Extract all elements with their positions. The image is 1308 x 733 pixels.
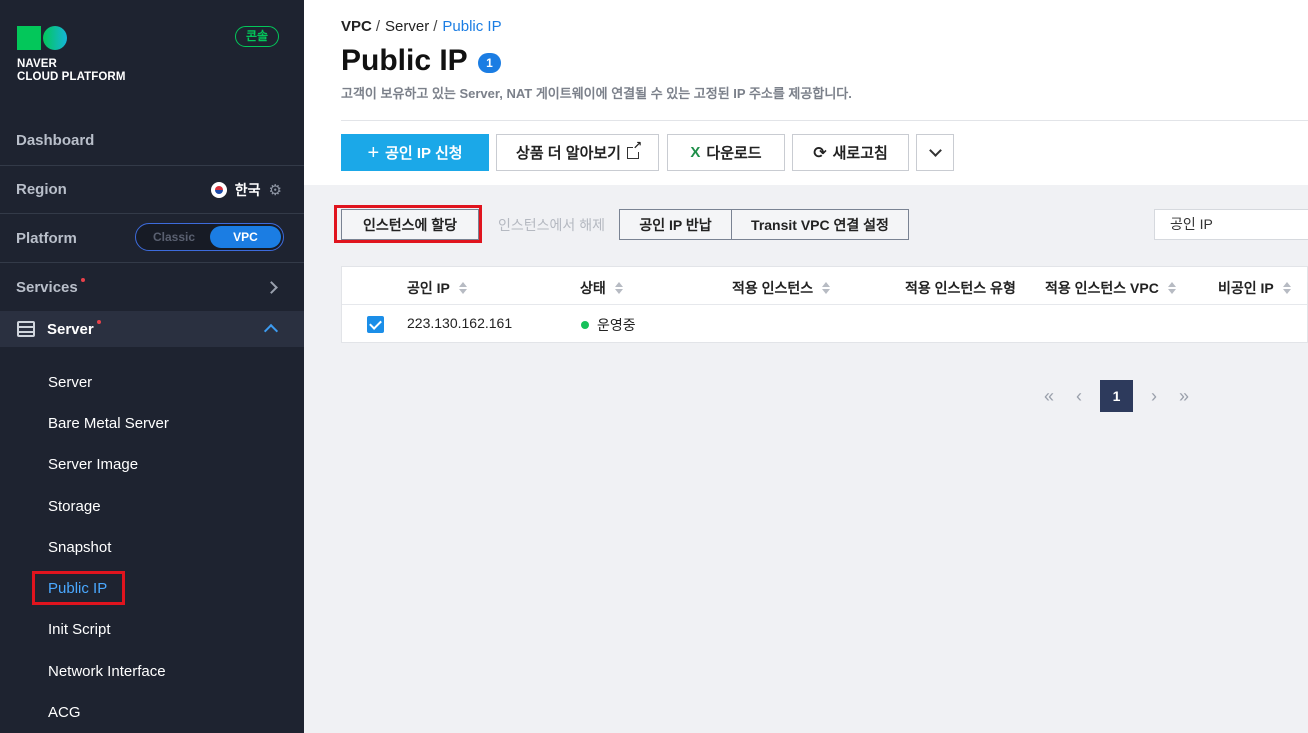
- logo-line2: CLOUD PLATFORM: [17, 71, 126, 83]
- return-public-ip-button[interactable]: 공인 IP 반납: [619, 209, 732, 240]
- logo-line1: NAVER: [17, 58, 57, 70]
- refresh-icon: ⟳: [813, 144, 827, 162]
- platform-label: Platform: [16, 229, 77, 247]
- sidebar-item-region: Region 한국 ⚙: [0, 166, 304, 214]
- dashboard-label: Dashboard: [16, 131, 95, 149]
- status-running-icon: [581, 321, 589, 329]
- new-dot-icon: [96, 320, 101, 324]
- chevron-down-icon: [928, 143, 942, 157]
- next-page-icon[interactable]: ›: [1139, 380, 1169, 412]
- count-badge: 1: [478, 53, 501, 73]
- server-group-label: Server: [47, 320, 94, 338]
- breadcrumb-server[interactable]: Server: [385, 18, 429, 35]
- download-button[interactable]: X 다운로드: [667, 134, 785, 171]
- public-ip-table: 공인 IP 상태 적용 인스턴스 적용 인스턴스 유형 적용 인스턴스 VPC …: [341, 266, 1308, 343]
- table-header: 공인 IP 상태 적용 인스턴스 적용 인스턴스 유형 적용 인스턴스 VPC …: [342, 267, 1307, 305]
- region-value: 한국: [234, 181, 261, 198]
- sort-icon: [1167, 282, 1176, 294]
- korea-flag-icon: [210, 181, 227, 198]
- breadcrumb: VPC / Server / Public IP: [341, 18, 502, 35]
- highlight-box-assign: [334, 205, 482, 243]
- sidebar-group-server[interactable]: Server: [0, 311, 304, 347]
- prev-page-icon[interactable]: ‹: [1064, 380, 1094, 412]
- sidebar-sub-network-interface[interactable]: Network Interface: [48, 663, 166, 680]
- chevron-up-icon[interactable]: [263, 323, 279, 339]
- services-label: Services: [16, 278, 78, 296]
- platform-vpc-option[interactable]: VPC: [210, 226, 281, 248]
- server-icon: [17, 321, 35, 337]
- page-title: Public IP: [341, 44, 468, 77]
- column-header-instance-vpc[interactable]: 적용 인스턴스 VPC: [1045, 278, 1176, 298]
- divider: [341, 120, 1308, 121]
- sort-icon: [1282, 282, 1291, 294]
- sidebar-sub-acg[interactable]: ACG: [48, 704, 81, 721]
- naver-cloud-logo[interactable]: NAVER CLOUD PLATFORM: [17, 26, 126, 84]
- sidebar-sub-storage[interactable]: Storage: [48, 498, 101, 515]
- refresh-button[interactable]: ⟳ 새로고침: [792, 134, 909, 171]
- sidebar-sub-server-image[interactable]: Server Image: [48, 456, 138, 473]
- external-link-icon: [626, 140, 642, 159]
- first-page-icon[interactable]: «: [1034, 380, 1064, 412]
- column-header-instance-type[interactable]: 적용 인스턴스 유형: [905, 278, 1016, 298]
- sort-icon: [458, 282, 467, 294]
- sidebar-sub-server[interactable]: Server: [48, 374, 92, 391]
- excel-icon: X: [690, 144, 701, 161]
- sidebar-item-platform: Platform Classic VPC: [0, 214, 304, 263]
- row-checkbox[interactable]: [367, 316, 384, 333]
- request-public-ip-button[interactable]: + 공인 IP 신청: [341, 134, 489, 171]
- page-1-button[interactable]: 1: [1100, 380, 1133, 412]
- column-header-private-ip[interactable]: 비공인 IP: [1218, 278, 1291, 298]
- platform-classic-option[interactable]: Classic: [140, 226, 208, 248]
- breadcrumb-vpc[interactable]: VPC: [341, 18, 372, 35]
- release-instance-button[interactable]: 인스턴스에서 해제: [484, 209, 619, 240]
- column-header-public-ip[interactable]: 공인 IP: [407, 278, 467, 298]
- transit-vpc-button[interactable]: Transit VPC 연결 설정: [731, 209, 909, 240]
- highlight-box-public-ip: [32, 571, 125, 605]
- sidebar-sub-init-script[interactable]: Init Script: [48, 621, 111, 638]
- sort-icon: [822, 282, 831, 294]
- main-content: VPC / Server / Public IP Public IP 1 고객이 보유하…: [304, 0, 1308, 733]
- page-description: 고객이 보유하고 있는 Server, NAT 게이트웨이에 연결될 수 있는 …: [341, 86, 852, 101]
- column-header-instance[interactable]: 적용 인스턴스: [732, 278, 831, 298]
- sidebar-item-services[interactable]: Services: [0, 263, 304, 311]
- learn-more-button[interactable]: 상품 더 알아보기: [496, 134, 659, 171]
- region-label: Region: [16, 181, 67, 198]
- sidebar-sub-bare-metal[interactable]: Bare Metal Server: [48, 415, 169, 432]
- column-header-status[interactable]: 상태: [580, 278, 623, 298]
- pagination: « ‹ 1 › »: [1034, 380, 1199, 412]
- last-page-icon[interactable]: »: [1169, 380, 1199, 412]
- search-category-select[interactable]: 공인 IP: [1154, 209, 1308, 240]
- gear-icon[interactable]: ⚙: [269, 181, 282, 199]
- sidebar-sub-snapshot[interactable]: Snapshot: [48, 539, 111, 556]
- more-dropdown-button[interactable]: [916, 134, 954, 171]
- table-row[interactable]: 223.130.162.161 운영중: [342, 305, 1307, 343]
- sort-icon: [614, 282, 623, 294]
- cell-public-ip: 223.130.162.161: [407, 315, 513, 331]
- breadcrumb-public-ip[interactable]: Public IP: [442, 18, 501, 35]
- console-button[interactable]: 콘솔: [235, 26, 279, 47]
- sidebar: NAVER CLOUD PLATFORM 콘솔 Dashboard Region…: [0, 0, 304, 733]
- plus-icon: +: [367, 141, 380, 164]
- cell-status: 운영중: [581, 315, 636, 335]
- sidebar-item-dashboard[interactable]: Dashboard: [0, 115, 304, 166]
- platform-toggle[interactable]: Classic VPC: [135, 223, 284, 251]
- region-selector[interactable]: 한국 ⚙: [210, 180, 282, 200]
- new-dot-icon: [80, 278, 85, 282]
- logo-mark-icon: [17, 26, 126, 50]
- chevron-right-icon: [265, 280, 278, 294]
